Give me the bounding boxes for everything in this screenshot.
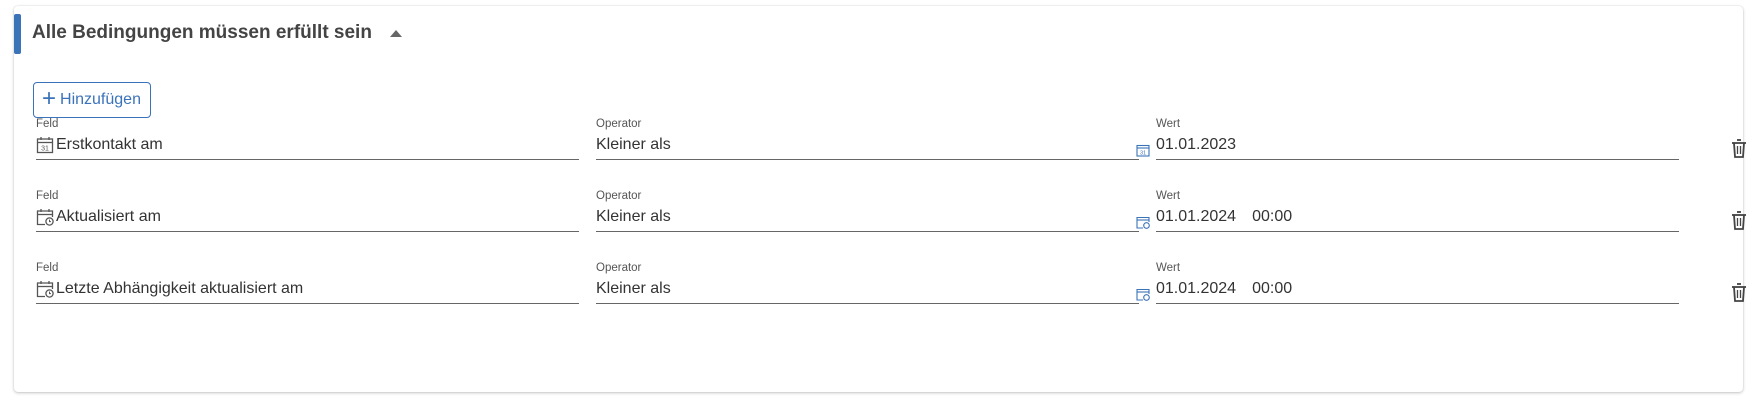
calendar-clock-icon[interactable] [1136, 215, 1150, 229]
value-time: 00:00 [1252, 280, 1293, 297]
operator-label: Operator [596, 118, 642, 130]
value-text: 01.01.2023 [1156, 136, 1236, 154]
add-condition-label: Hinzufügen [60, 91, 141, 108]
value-label: Wert [1156, 262, 1181, 274]
field-label: Feld [36, 118, 59, 130]
trash-icon[interactable] [1729, 282, 1749, 304]
collapse-caret-icon[interactable] [389, 29, 402, 37]
svg-text:31: 31 [41, 145, 49, 152]
field-label: Feld [36, 190, 59, 202]
field-select[interactable]: Feld Aktualisiert am [36, 190, 579, 232]
operator-label: Operator [596, 262, 642, 274]
operator-value: Kleiner als [596, 280, 671, 297]
add-condition-button[interactable]: + Hinzufügen [33, 82, 151, 118]
calendar-clock-icon [36, 281, 54, 298]
value-label: Wert [1156, 118, 1181, 130]
value-input[interactable]: Wert 01.01.2024 00:00 [1156, 190, 1679, 232]
conditions-card: Alle Bedingungen müssen erfüllt sein + H… [14, 6, 1746, 392]
group-accent-bar [14, 14, 21, 54]
value-label: Wert [1156, 190, 1181, 202]
trash-icon[interactable] [1729, 210, 1749, 232]
group-title[interactable]: Alle Bedingungen müssen erfüllt sein [32, 22, 402, 44]
operator-value: Kleiner als [596, 136, 671, 153]
condition-row: Feld Aktualisiert am Operator Kleiner al… [36, 190, 1746, 236]
condition-row: Feld Letzte Abhängigkeit aktualisiert am… [36, 262, 1746, 308]
plus-icon: + [42, 85, 57, 112]
value-date: 01.01.2023 [1156, 136, 1237, 153]
value-input[interactable]: Wert 01.01.2024 00:00 [1156, 262, 1679, 304]
operator-select[interactable]: Operator Kleiner als [596, 190, 1139, 232]
calendar-clock-icon[interactable] [1136, 287, 1150, 301]
condition-row: Feld 31 Erstkontakt am Operator Kleiner … [36, 118, 1746, 164]
field-value: Letzte Abhängigkeit aktualisiert am [56, 280, 304, 297]
calendar-icon[interactable]: 31 [1136, 143, 1150, 157]
field-label: Feld [36, 262, 59, 274]
operator-select[interactable]: Operator Kleiner als [596, 262, 1139, 304]
calendar-icon: 31 [36, 137, 54, 154]
operator-select[interactable]: Operator Kleiner als [596, 118, 1139, 160]
group-title-text: Alle Bedingungen müssen erfüllt sein [32, 22, 372, 43]
value-time: 00:00 [1252, 208, 1293, 225]
value-input[interactable]: Wert 01.01.2023 [1156, 118, 1679, 160]
field-select[interactable]: Feld Letzte Abhängigkeit aktualisiert am [36, 262, 579, 304]
value-text: 01.01.2024 00:00 [1156, 208, 1292, 226]
operator-value: Kleiner als [596, 208, 671, 225]
field-value: Erstkontakt am [56, 136, 163, 153]
value-date: 01.01.2024 [1156, 280, 1237, 297]
operator-label: Operator [596, 190, 642, 202]
value-text: 01.01.2024 00:00 [1156, 280, 1292, 298]
value-date: 01.01.2024 [1156, 208, 1237, 225]
calendar-clock-icon [36, 209, 54, 226]
trash-icon[interactable] [1729, 138, 1749, 160]
field-select[interactable]: Feld 31 Erstkontakt am [36, 118, 579, 160]
field-value: Aktualisiert am [56, 208, 161, 225]
svg-text:31: 31 [1140, 151, 1146, 157]
